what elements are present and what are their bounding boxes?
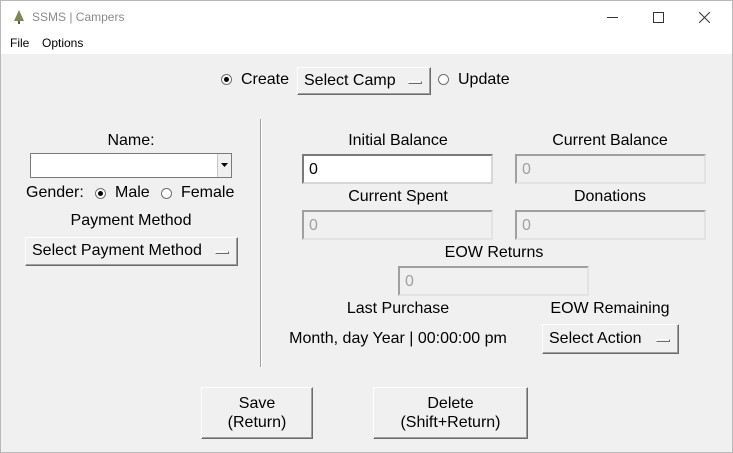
current-balance-input[interactable]: 0 <box>515 154 706 184</box>
combo-dropdown-button[interactable] <box>217 154 231 177</box>
camp-select-label: Select Camp <box>304 72 396 89</box>
payment-method-label: Payment Method <box>70 212 192 229</box>
female-radio[interactable] <box>161 188 172 199</box>
app-icon <box>14 10 24 24</box>
window-title: SSMS | Campers <box>32 10 125 24</box>
menu-options[interactable]: Options <box>42 36 83 50</box>
initial-balance-input[interactable]: 0 <box>302 154 493 184</box>
payment-method-select[interactable]: Select Payment Method <box>25 237 238 266</box>
delete-button[interactable]: Delete (Shift+Return) <box>373 387 528 439</box>
last-purchase-label: Last Purchase <box>346 300 450 317</box>
last-purchase-value: Month, day Year | 00:00:00 pm <box>289 330 507 347</box>
donations-label: Donations <box>573 188 647 205</box>
create-radio[interactable] <box>221 74 232 85</box>
current-balance-value: 0 <box>522 161 531 178</box>
name-label: Name: <box>107 132 155 149</box>
save-button[interactable]: Save (Return) <box>201 387 313 439</box>
column-divider <box>260 119 262 367</box>
initial-balance-value: 0 <box>309 161 318 178</box>
current-spent-label: Current Spent <box>348 188 448 205</box>
eow-remaining-label: EOW Remaining <box>550 300 670 317</box>
maximize-icon <box>653 12 664 23</box>
eow-returns-value: 0 <box>405 273 414 290</box>
male-radio[interactable] <box>95 188 106 199</box>
camp-select[interactable]: Select Camp <box>297 67 431 95</box>
eow-action-select[interactable]: Select Action <box>542 324 679 354</box>
donations-input[interactable]: 0 <box>515 210 706 240</box>
female-label[interactable]: Female <box>181 184 234 202</box>
maximize-button[interactable] <box>636 1 682 33</box>
update-label[interactable]: Update <box>458 71 510 89</box>
gender-label: Gender: <box>26 184 84 201</box>
current-spent-value: 0 <box>309 217 318 234</box>
initial-balance-label: Initial Balance <box>348 132 448 149</box>
app-window: SSMS | Campers File Options Create Selec… <box>0 0 733 453</box>
save-button-label: Save <box>238 395 276 412</box>
save-button-shortcut: (Return) <box>227 414 287 431</box>
current-spent-input[interactable]: 0 <box>302 210 493 240</box>
update-radio[interactable] <box>438 74 449 85</box>
chevron-down-icon <box>221 163 228 167</box>
payment-select-label: Select Payment Method <box>32 242 202 259</box>
delete-button-shortcut: (Shift+Return) <box>400 414 501 431</box>
name-combobox[interactable] <box>30 153 232 178</box>
menu-bar: File Options <box>1 33 732 54</box>
menubutton-indicator-icon <box>656 339 670 342</box>
current-balance-label: Current Balance <box>552 132 668 149</box>
eow-returns-input[interactable]: 0 <box>398 266 589 296</box>
donations-value: 0 <box>522 217 531 234</box>
menubutton-indicator-icon <box>215 251 229 254</box>
close-button[interactable] <box>682 1 728 33</box>
eow-returns-label: EOW Returns <box>444 244 544 261</box>
create-label[interactable]: Create <box>241 71 289 89</box>
menubutton-indicator-icon <box>408 81 422 84</box>
male-label[interactable]: Male <box>115 184 150 202</box>
minimize-button[interactable] <box>590 1 636 33</box>
delete-button-label: Delete <box>427 395 474 412</box>
close-icon <box>699 12 710 23</box>
menu-file[interactable]: File <box>10 36 29 50</box>
eow-action-select-label: Select Action <box>549 330 642 347</box>
title-bar[interactable]: SSMS | Campers <box>1 1 732 33</box>
minimize-icon <box>607 17 618 18</box>
